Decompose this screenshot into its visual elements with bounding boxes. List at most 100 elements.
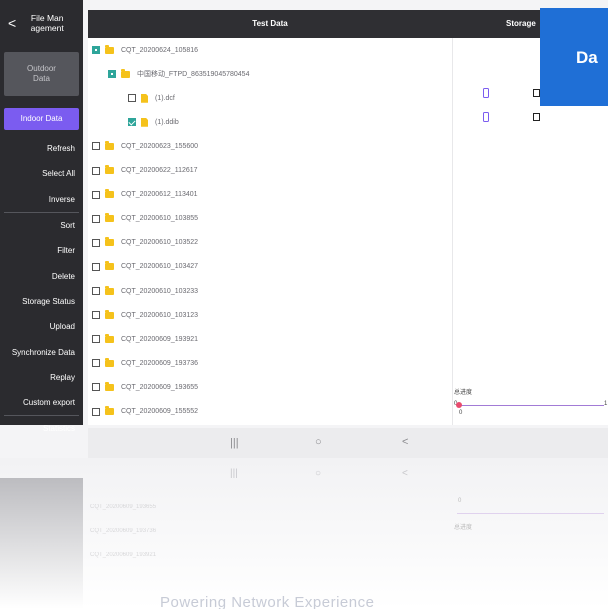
folder-row[interactable]: CQT_20200624_105816	[92, 38, 198, 62]
folder-row[interactable]: CQT_20200609_193921	[92, 327, 198, 351]
phone-icon	[483, 112, 489, 122]
sidebar-header[interactable]: < File Man agement	[0, 0, 83, 46]
row-label: CQT_20200610_103427	[121, 263, 199, 271]
row-checkbox[interactable]	[92, 407, 100, 416]
folder-icon	[105, 357, 114, 367]
folder-row[interactable]: CQT_20200612_113401	[92, 183, 198, 207]
file-icon	[141, 93, 148, 103]
replay-button[interactable]: Replay	[0, 365, 83, 390]
row-label: CQT_20200610_103855	[121, 215, 199, 223]
reflected-recents-icon: |||	[230, 468, 238, 479]
reflected-home-icon: ○	[315, 468, 322, 479]
row-checkbox[interactable]	[92, 214, 100, 223]
row-label: 中国移动_FTPD_863519045780454	[137, 71, 250, 79]
screen: < File Man agement Outdoor Data Indoor D…	[0, 0, 608, 609]
folder-row[interactable]: CQT_20200623_155600	[92, 134, 198, 158]
reflection-area: ||| ○ < CQT_20200609_193655 CQT_20200609…	[0, 458, 608, 609]
system-nav-bar: ||| ○ <	[88, 428, 608, 458]
progress-track	[457, 405, 604, 406]
folder-row[interactable]: CQT_20200609_193736	[92, 351, 198, 375]
file-icon	[141, 117, 148, 127]
inverse-button[interactable]: Inverse	[0, 187, 83, 212]
recents-icon[interactable]: |||	[230, 437, 239, 449]
document-icon	[533, 89, 540, 97]
folder-icon	[121, 68, 130, 78]
outdoor-data-button[interactable]: Outdoor Data	[4, 52, 79, 96]
folder-icon	[105, 285, 114, 295]
delete-button[interactable]: Delete	[0, 263, 83, 288]
progress-knob[interactable]	[456, 402, 462, 408]
folder-icon	[105, 406, 114, 415]
row-label: CQT_20200623_155600	[121, 142, 199, 150]
folder-row[interactable]: 中国移动_FTPD_863519045780454	[108, 62, 249, 86]
row-checkbox[interactable]	[92, 238, 100, 247]
reflected-progress-track	[457, 513, 604, 514]
folder-row[interactable]: CQT_20200610_103123	[92, 303, 198, 327]
sort-button[interactable]: Sort	[0, 213, 83, 238]
row-label: CQT_20200610_103233	[121, 287, 199, 295]
select-all-button[interactable]: Select All	[0, 161, 83, 186]
folder-row[interactable]: CQT_20200609_155552	[92, 400, 198, 424]
indoor-data-label: Indoor Data	[20, 114, 63, 123]
select-all-label: Select All	[42, 169, 75, 179]
row-label: CQT_20200622_112617	[121, 167, 198, 174]
progress-value-below: 0	[459, 410, 463, 416]
row-checkbox[interactable]	[92, 46, 100, 54]
reflected-row-label: CQT_20200609_193655	[90, 504, 157, 510]
row-checkbox[interactable]	[128, 94, 136, 103]
row-checkbox[interactable]	[92, 142, 100, 151]
filter-button[interactable]: Filter	[0, 238, 83, 263]
folder-row[interactable]: CQT_20200610_103522	[92, 231, 198, 255]
row-checkbox[interactable]	[92, 287, 100, 295]
row-label: CQT_20200624_105816	[121, 46, 199, 54]
storage-status-button[interactable]: Storage Status	[0, 289, 83, 314]
folder-icon	[105, 309, 114, 319]
row-checkbox[interactable]	[92, 190, 100, 199]
row-checkbox[interactable]	[92, 311, 100, 320]
synchronize-data-label: Synchronize Data	[11, 347, 75, 357]
sort-label: Sort	[60, 221, 75, 231]
synchronize-data-button[interactable]: Synchronize Data	[0, 339, 83, 364]
sidebar-title: File Man agement	[30, 13, 64, 33]
row-checkbox[interactable]	[128, 118, 136, 127]
row-checkbox[interactable]	[92, 166, 100, 175]
folder-icon	[105, 333, 114, 343]
indoor-data-button[interactable]: Indoor Data	[4, 108, 79, 130]
folder-icon	[105, 140, 114, 150]
reflected-progress-label: 总进度	[454, 525, 473, 531]
table-header: Test Data Storage	[88, 10, 608, 38]
folder-row[interactable]: CQT_20200610_103233	[92, 279, 198, 303]
folder-icon	[105, 165, 114, 174]
folder-icon	[105, 189, 114, 199]
folder-icon	[105, 213, 114, 223]
folder-row[interactable]: CQT_20200609_193655	[92, 375, 198, 399]
row-label: CQT_20200612_113401	[121, 191, 198, 199]
back-icon[interactable]: <	[402, 436, 408, 448]
folder-icon	[105, 381, 114, 391]
inverse-label: Inverse	[48, 194, 75, 204]
overlay-text: Da	[576, 48, 598, 67]
folder-icon	[105, 44, 114, 54]
statistics-button[interactable]: Statistics	[0, 416, 83, 441]
folder-row[interactable]: CQT_20200610_103855	[92, 207, 198, 231]
back-chevron-icon[interactable]: <	[8, 15, 16, 31]
reflected-row-label: CQT_20200609_193921	[90, 552, 157, 558]
folder-row[interactable]: CQT_20200622_112617	[92, 159, 198, 183]
refresh-button[interactable]: Refresh	[0, 136, 83, 161]
upload-button[interactable]: Upload	[0, 314, 83, 339]
folder-row[interactable]: CQT_20200610_103427	[92, 255, 198, 279]
file-row[interactable]: (1).ddib	[128, 110, 179, 134]
statistics-label: Statistics	[42, 424, 75, 434]
home-icon[interactable]: ○	[315, 436, 322, 448]
progress-right-value: 1	[604, 401, 608, 407]
custom-export-button[interactable]: Custom export	[0, 390, 83, 415]
row-checkbox[interactable]	[92, 335, 100, 344]
row-checkbox[interactable]	[92, 359, 100, 368]
file-row[interactable]: (1).dcf	[128, 86, 175, 110]
row-label: CQT_20200610_103522	[121, 239, 199, 247]
total-progress-label: 总进度	[454, 390, 473, 396]
row-checkbox[interactable]	[92, 383, 100, 392]
outdoor-data-label: Outdoor Data	[27, 64, 56, 83]
row-checkbox[interactable]	[108, 70, 116, 79]
row-checkbox[interactable]	[92, 262, 100, 271]
